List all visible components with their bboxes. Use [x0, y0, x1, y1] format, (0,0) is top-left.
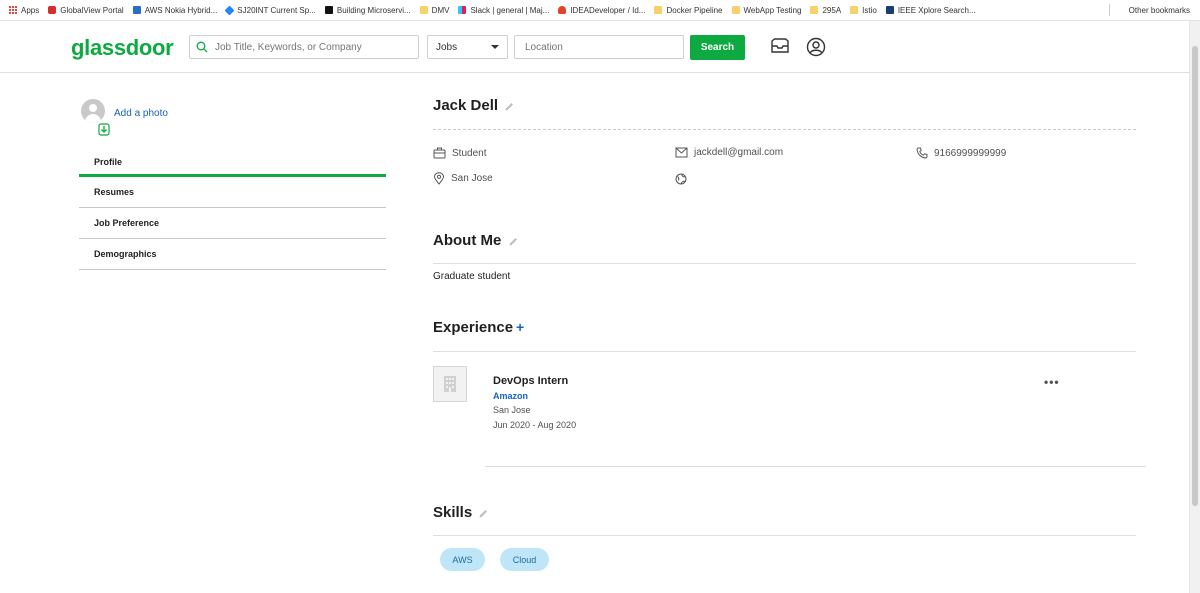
sidebar-item-job-preference[interactable]: Job Preference [79, 208, 386, 239]
experience-divider [433, 351, 1136, 352]
sidebar-item-resumes[interactable]: Resumes [79, 177, 386, 208]
category-select[interactable]: Jobs [427, 35, 508, 59]
slack-icon [458, 6, 467, 14]
sidebar-item-profile[interactable]: Profile [79, 150, 386, 177]
about-me-heading: About Me [433, 232, 519, 249]
keyword-search-box[interactable] [189, 35, 419, 59]
keyword-search-input[interactable] [213, 40, 407, 54]
email-info: jackdell@gmail.com [675, 147, 783, 158]
edit-pencil-icon[interactable] [504, 101, 515, 112]
bookmark-webapp[interactable]: WebApp Testing [731, 6, 801, 15]
bookmark-docker[interactable]: Docker Pipeline [654, 6, 723, 15]
bookmark-slack[interactable]: Slack | general | Maj... [458, 6, 549, 15]
apps-grid-icon [9, 6, 17, 14]
skills-heading: Skills [433, 504, 489, 521]
add-photo-link[interactable]: Add a photo [114, 108, 168, 119]
folder-icon [810, 6, 819, 14]
location-input[interactable] [523, 40, 677, 54]
experience-role: DevOps Intern [493, 375, 569, 387]
jira-icon [224, 5, 235, 15]
folder-icon [1117, 6, 1125, 14]
aws-icon [132, 6, 141, 14]
bookmark-other[interactable]: Other bookmarks [1117, 0, 1190, 20]
search-icon [196, 41, 208, 53]
about-me-text: Graduate student [433, 271, 511, 282]
inbox-icon[interactable] [770, 38, 790, 54]
gitlab-icon [558, 6, 567, 14]
briefcase-icon [433, 147, 446, 159]
scrollbar-thumb[interactable] [1192, 46, 1198, 506]
user-profile-icon[interactable] [806, 37, 826, 57]
bookmark-aws[interactable]: AWS Nokia Hybrid... [132, 6, 217, 15]
glassdoor-logo[interactable]: glassdoor [71, 35, 174, 61]
bookmark-globalview[interactable]: GlobalView Portal [48, 6, 124, 15]
bookmark-istio[interactable]: Istio [850, 6, 877, 15]
bookmark-ieee[interactable]: IEEE Xplore Search... [885, 6, 976, 15]
ieee-icon [885, 6, 894, 14]
experience-location: San Jose [493, 405, 531, 415]
phone-icon [916, 147, 928, 159]
site-header: glassdoor Jobs Search [0, 21, 1200, 73]
bookmark-gitlab[interactable]: IDEADeveloper / Id... [558, 6, 645, 15]
profile-sidebar-nav: Profile Resumes Job Preference Demograph… [79, 150, 386, 270]
experience-item-divider [485, 466, 1146, 467]
avatar[interactable] [81, 99, 105, 123]
building-icon [444, 376, 456, 392]
globalview-icon [48, 6, 57, 14]
skill-chip[interactable]: AWS [440, 548, 485, 571]
edit-pencil-icon[interactable] [508, 236, 519, 247]
location-box[interactable] [514, 35, 684, 59]
occupation-info: Student [433, 147, 486, 159]
skills-divider [433, 535, 1136, 536]
search-button[interactable]: Search [690, 35, 745, 60]
experience-company-link[interactable]: Amazon [493, 391, 528, 401]
add-experience-plus-icon[interactable]: + [516, 319, 524, 335]
profile-name: Jack Dell [433, 97, 499, 114]
bookmark-apps[interactable]: Apps [9, 6, 39, 15]
about-divider [433, 263, 1136, 264]
folder-icon [419, 6, 428, 14]
medium-icon [324, 6, 333, 14]
company-logo-placeholder [433, 366, 467, 402]
edit-pencil-icon[interactable] [478, 508, 489, 519]
globe-icon[interactable] [675, 173, 687, 185]
phone-info: 9166999999999 [916, 147, 1006, 159]
experience-dates: Jun 2020 - Aug 2020 [493, 420, 577, 430]
experience-heading: Experience + [433, 319, 525, 336]
bookmark-medium[interactable]: Building Microservi... [324, 6, 411, 15]
folder-icon [654, 6, 663, 14]
skill-chip[interactable]: Cloud [500, 548, 549, 571]
bookmark-dmv[interactable]: DMV [419, 6, 449, 15]
page-scrollbar[interactable] [1189, 21, 1200, 593]
bookmarks-bar: Apps GlobalView Portal AWS Nokia Hybrid.… [0, 0, 1200, 21]
bookmarks-divider [1109, 4, 1110, 16]
name-divider [433, 129, 1136, 130]
more-options-icon[interactable]: ••• [1044, 375, 1060, 389]
map-pin-icon [433, 172, 445, 185]
folder-icon [731, 6, 740, 14]
upload-photo-icon[interactable] [98, 123, 110, 136]
envelope-icon [675, 147, 688, 158]
bookmark-295a[interactable]: 295A [810, 6, 841, 15]
location-info: San Jose [433, 172, 493, 185]
folder-icon [850, 6, 859, 14]
bookmark-jira[interactable]: SJ20INT Current Sp... [224, 5, 316, 15]
website-info [675, 173, 687, 185]
sidebar-item-demographics[interactable]: Demographics [79, 239, 386, 270]
chevron-down-icon [491, 45, 499, 49]
profile-name-heading: Jack Dell [433, 97, 515, 114]
